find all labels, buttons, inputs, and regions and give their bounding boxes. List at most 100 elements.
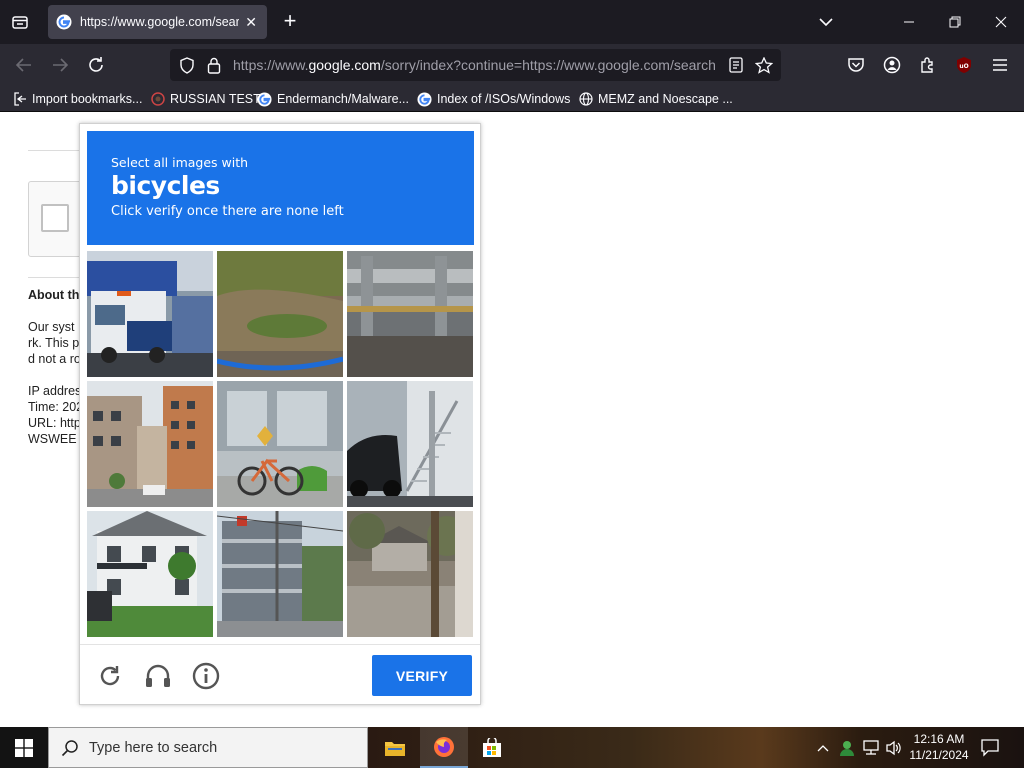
pocket-button[interactable]	[844, 53, 868, 77]
site-security-icon[interactable]	[205, 56, 223, 74]
image-tile-car-staircase[interactable]	[347, 381, 473, 507]
search-icon	[61, 740, 78, 757]
address-bar[interactable]: https://www.google.com/sorry/index?conti…	[170, 49, 781, 81]
ublock-origin-icon: uO	[957, 57, 971, 73]
image-grid	[87, 251, 474, 638]
restore-icon	[949, 16, 961, 28]
reload-icon	[89, 57, 103, 72]
minimize-icon	[904, 21, 914, 23]
reload-button[interactable]	[84, 53, 108, 77]
image-tile-street-truck[interactable]	[87, 251, 213, 377]
system-clock[interactable]: 12:16 AM 11/21/2024	[904, 731, 974, 763]
page-paragraph-line: Our syst	[28, 320, 75, 334]
list-all-tabs-button[interactable]	[8, 10, 32, 34]
account-button[interactable]	[880, 53, 904, 77]
bookmarks-toolbar: Import bookmarks... RUSSIAN TEST Enderma…	[0, 86, 1024, 112]
reader-view-icon	[729, 57, 743, 73]
lock-icon	[207, 57, 221, 74]
shield-icon	[180, 56, 194, 74]
svg-text:uO: uO	[959, 63, 968, 70]
show-hidden-icons-button[interactable]	[813, 738, 833, 758]
image-tile-ground-basin[interactable]	[217, 251, 343, 377]
arrow-right-icon	[53, 58, 69, 72]
chevron-up-icon	[817, 745, 829, 752]
microsoft-store-button[interactable]	[468, 727, 516, 768]
bookmark-memz[interactable]: MEMZ and Noescape ...	[578, 90, 733, 108]
close-icon	[995, 16, 1007, 28]
bookmark-label: Import bookmarks...	[32, 92, 143, 106]
user-tray-icon	[840, 741, 854, 756]
star-icon	[755, 56, 773, 74]
chevron-down-icon	[819, 18, 833, 27]
ip-address-line: IP addres	[28, 384, 82, 398]
challenge-hint: Click verify once there are none left	[111, 204, 344, 219]
audio-challenge-button[interactable]	[143, 661, 173, 691]
tab-overflow-button[interactable]	[812, 8, 840, 36]
bookmark-star-button[interactable]	[755, 56, 773, 74]
puzzle-icon	[921, 57, 933, 73]
speaker-icon	[886, 740, 901, 756]
app-menu-button[interactable]	[988, 53, 1012, 77]
image-tile-driveway[interactable]	[347, 511, 473, 637]
headphones-icon	[146, 664, 170, 687]
minimize-button[interactable]	[895, 8, 923, 36]
extensions-button[interactable]	[916, 53, 940, 77]
bookmark-endermanch[interactable]: Endermanch/Malware...	[257, 90, 409, 108]
arrow-left-icon	[15, 58, 31, 72]
new-tab-button[interactable]: +	[278, 10, 302, 34]
url-line: URL: http	[28, 416, 81, 430]
windows-logo-icon	[15, 738, 33, 757]
tray-app-icon[interactable]	[837, 738, 857, 758]
bookmark-index-isos[interactable]: Index of /ISOs/Windows	[417, 90, 570, 108]
url-text[interactable]: https://www.google.com/sorry/index?conti…	[233, 57, 717, 73]
back-button[interactable]	[12, 53, 36, 77]
taskbar-search-box[interactable]: Type here to search	[48, 727, 368, 768]
import-icon	[12, 92, 27, 107]
start-button[interactable]	[0, 727, 48, 768]
reader-view-button[interactable]	[727, 56, 745, 74]
firefox-icon	[434, 736, 454, 757]
globe-icon	[578, 92, 593, 107]
search-placeholder: Type here to search	[89, 740, 218, 756]
recaptcha-checkbox[interactable]	[41, 204, 69, 232]
help-button[interactable]	[191, 661, 221, 691]
time-line: Time: 202	[28, 400, 84, 414]
reload-challenge-button[interactable]	[95, 661, 125, 691]
bookmark-russian-test[interactable]: RUSSIAN TEST	[150, 90, 261, 108]
navigation-toolbar: https://www.google.com/sorry/index?conti…	[0, 44, 1024, 86]
restore-button[interactable]	[941, 8, 969, 36]
volume-button[interactable]	[884, 738, 904, 758]
notifications-button[interactable]	[980, 737, 1004, 759]
info-icon	[192, 662, 220, 690]
challenge-instructions: Select all images with bicycles Click ve…	[87, 131, 474, 245]
google-favicon-icon	[56, 14, 72, 30]
store-icon	[483, 737, 501, 757]
close-window-button[interactable]	[987, 8, 1015, 36]
image-tile-apartment-street[interactable]	[87, 381, 213, 507]
file-explorer-button[interactable]	[371, 727, 419, 768]
page-paragraph-line: d not a ro	[28, 352, 81, 366]
url-domain: google.com	[308, 57, 381, 73]
recaptcha-challenge-dialog: Select all images with bicycles Click ve…	[79, 123, 481, 705]
active-tab[interactable]: https://www.google.com/search?q=... ✕	[48, 5, 267, 39]
verify-button[interactable]: VERIFY	[372, 655, 472, 696]
ublock-origin-button[interactable]: uO	[952, 53, 976, 77]
bookmark-label: Endermanch/Malware...	[277, 92, 410, 106]
tab-close-icon[interactable]: ✕	[243, 14, 259, 31]
url-path: /sorry/index?continue=https://www.google…	[380, 57, 716, 73]
image-tile-bicycle-parking[interactable]	[217, 381, 343, 507]
page-paragraph-line: rk. This p	[28, 336, 80, 350]
network-button[interactable]	[861, 738, 881, 758]
image-tile-guardrail[interactable]	[347, 251, 473, 377]
notification-icon	[981, 739, 999, 757]
tracking-protection-icon[interactable]	[178, 56, 196, 74]
challenge-prompt: Select all images with	[111, 155, 249, 170]
image-tile-parking-garage[interactable]	[217, 511, 343, 637]
firefox-taskbar-button[interactable]	[420, 727, 468, 768]
forward-button[interactable]	[48, 53, 72, 77]
url-prefix: https://www.	[233, 57, 309, 73]
bookmark-label: Index of /ISOs/Windows	[437, 92, 571, 106]
tab-bar: https://www.google.com/search?q=... ✕ +	[0, 0, 1024, 44]
bookmark-import[interactable]: Import bookmarks...	[12, 90, 142, 108]
image-tile-white-house[interactable]	[87, 511, 213, 637]
